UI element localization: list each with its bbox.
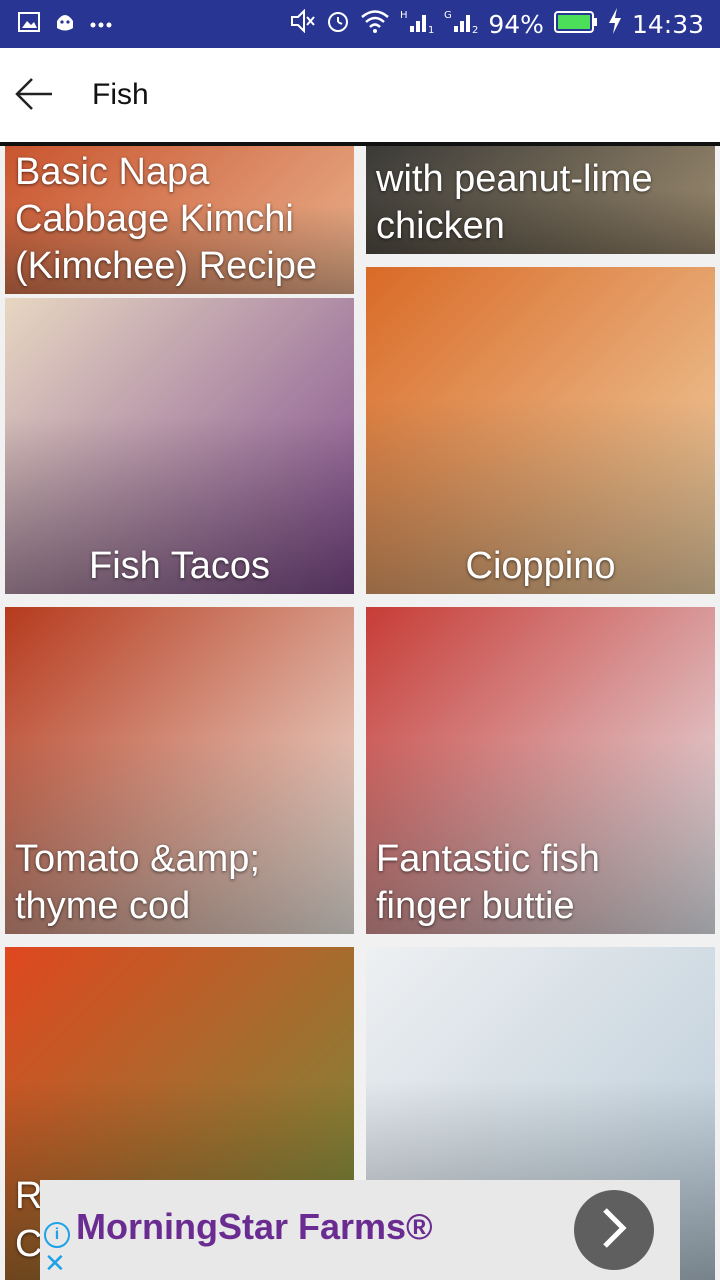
- svg-text:G: G: [444, 10, 452, 21]
- signal-1-icon: H1: [400, 8, 434, 41]
- recipe-card-fish-finger-buttie[interactable]: Fantastic fish finger buttie: [366, 607, 715, 934]
- svg-text:1: 1: [428, 25, 434, 34]
- info-icon[interactable]: i: [44, 1222, 70, 1248]
- alarm-icon: [326, 9, 350, 40]
- recipe-title: Fantastic fish finger buttie: [376, 838, 600, 927]
- image-icon: [18, 11, 40, 37]
- charging-icon: [608, 7, 622, 41]
- status-bar: H1 G2 94% 14:33: [0, 0, 720, 48]
- chevron-right-icon: [599, 1206, 629, 1255]
- recipe-grid: Basic Napa Cabbage Kimchi (Kimchee) Reci…: [0, 146, 720, 1280]
- recipe-title: Cioppino: [465, 545, 616, 587]
- recipe-title: Fish Tacos: [89, 545, 270, 587]
- ad-cta-button[interactable]: [574, 1190, 654, 1270]
- ad-title[interactable]: MorningStar Farms®: [76, 1206, 433, 1248]
- page-title: Fish: [92, 78, 149, 111]
- recipe-title: Basic Napa Cabbage Kimchi (Kimchee) Reci…: [15, 151, 317, 287]
- recipe-card-tomato-thyme-cod[interactable]: Tomato &amp; thyme cod: [5, 607, 354, 934]
- recipe-card-cioppino[interactable]: Cioppino: [366, 267, 715, 594]
- signal-2-icon: G2: [444, 8, 478, 41]
- svg-text:2: 2: [472, 25, 478, 34]
- recipe-title: with peanut-lime chicken: [376, 158, 653, 247]
- wifi-icon: [360, 9, 390, 40]
- mute-icon: [290, 8, 316, 40]
- svg-text:H: H: [400, 10, 408, 21]
- ad-banner[interactable]: i ✕ MorningStar Farms®: [40, 1180, 680, 1280]
- recipe-card-peanut-lime-chicken[interactable]: with peanut-lime chicken: [366, 146, 715, 254]
- clock: 14:33: [631, 9, 704, 39]
- recipe-card-kimchi[interactable]: Basic Napa Cabbage Kimchi (Kimchee) Reci…: [5, 146, 354, 294]
- recipe-title: Tomato &amp; thyme cod: [15, 838, 260, 927]
- app-bar: Fish: [0, 48, 720, 146]
- android-icon: [54, 11, 76, 38]
- recipe-card-fish-tacos[interactable]: Fish Tacos: [5, 298, 354, 594]
- battery-icon: [553, 9, 598, 40]
- close-icon[interactable]: ✕: [44, 1250, 66, 1276]
- battery-percent: 94%: [488, 9, 544, 39]
- back-button[interactable]: [12, 74, 56, 118]
- more-icon: [90, 15, 112, 33]
- arrow-left-icon: [14, 77, 54, 116]
